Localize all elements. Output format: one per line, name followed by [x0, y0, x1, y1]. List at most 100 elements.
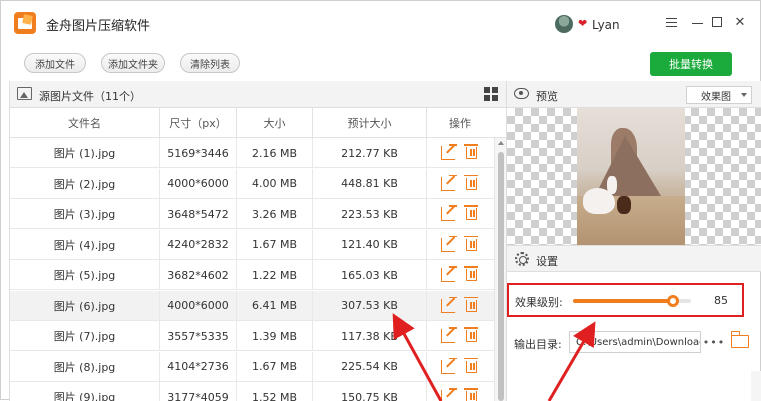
vip-heart-icon: ❤	[578, 17, 588, 30]
settings-scrollbar[interactable]	[751, 371, 761, 401]
trash-icon[interactable]	[464, 357, 478, 373]
scroll-up-icon[interactable]	[498, 141, 504, 145]
trash-icon[interactable]	[464, 174, 478, 190]
minimize-icon	[691, 22, 703, 24]
settings-header: 设置	[507, 245, 761, 272]
open-external-icon[interactable]	[441, 268, 455, 282]
effect-level-label: 效果级别:	[515, 296, 563, 309]
view-mode-select[interactable]: 效果图	[686, 86, 752, 104]
effect-level-highlight: 效果级别: 85	[507, 283, 744, 317]
settings-label: 设置	[536, 255, 558, 268]
table-row[interactable]: 图片 (1).jpg 5169*3446 2.16 MB 212.77 KB	[10, 138, 494, 168]
trash-icon[interactable]	[464, 296, 478, 312]
right-panel: 预览 效果图 设置 效果级别: 85 输出目录: C:\Users\admin\…	[506, 81, 761, 401]
view-mode-value: 效果图	[701, 91, 731, 103]
table-row[interactable]: 图片 (6).jpg 4000*6000 6.41 MB 307.53 KB	[10, 290, 494, 321]
output-dir-field[interactable]: C:\Users\admin\Downloads	[569, 331, 701, 353]
file-list-panel: 源图片文件（11个） 文件名 尺寸（px） 大小 预计大小 操作 图片 (1).…	[9, 81, 507, 401]
effect-level-slider[interactable]	[573, 295, 691, 307]
cell-dimensions: 4240*2832	[160, 229, 237, 260]
cell-size: 1.39 MB	[237, 321, 313, 351]
trash-icon[interactable]	[464, 266, 478, 281]
open-external-icon[interactable]	[441, 298, 455, 313]
user-avatar[interactable]	[555, 15, 573, 33]
slider-fill	[573, 299, 674, 303]
chevron-down-icon	[741, 93, 747, 97]
cell-filename: 图片 (6).jpg	[10, 290, 160, 321]
cell-filename: 图片 (3).jpg	[10, 199, 160, 229]
open-external-icon[interactable]	[441, 329, 455, 343]
effect-level-value: 85	[714, 294, 728, 307]
cell-filename: 图片 (7).jpg	[10, 321, 160, 351]
cell-estimated-size: 117.38 KB	[313, 321, 427, 351]
close-button[interactable]: ✕	[732, 14, 748, 30]
cell-size: 1.22 MB	[237, 260, 313, 290]
trash-icon[interactable]	[464, 205, 478, 220]
photo-brown-horse	[617, 196, 631, 214]
table-row[interactable]: 图片 (8).jpg 4104*2736 1.67 MB 225.54 KB	[10, 351, 494, 382]
cell-estimated-size: 212.77 KB	[313, 138, 427, 168]
table-row[interactable]: 图片 (4).jpg 4240*2832 1.67 MB 121.40 KB	[10, 229, 494, 260]
open-external-icon[interactable]	[441, 359, 455, 374]
trash-icon[interactable]	[464, 327, 478, 342]
table-row[interactable]: 图片 (3).jpg 3648*5472 3.26 MB 223.53 KB	[10, 199, 494, 229]
close-icon: ✕	[734, 14, 746, 30]
add-folder-button[interactable]: 添加文件夹	[101, 53, 165, 73]
minimize-button[interactable]	[689, 14, 705, 30]
browse-more-button[interactable]: •••	[703, 331, 725, 353]
cell-estimated-size: 121.40 KB	[313, 229, 427, 260]
trash-icon[interactable]	[464, 235, 478, 251]
eye-icon	[514, 88, 529, 99]
cell-filename: 图片 (1).jpg	[10, 138, 160, 168]
open-external-icon[interactable]	[441, 237, 455, 252]
folder-icon[interactable]	[730, 331, 749, 348]
cell-dimensions: 3177*4059	[160, 382, 237, 401]
cell-size: 1.52 MB	[237, 382, 313, 401]
cell-size: 1.67 MB	[237, 351, 313, 382]
cell-actions	[427, 321, 493, 351]
app-logo-icon	[14, 12, 36, 34]
cell-actions	[427, 138, 493, 168]
cell-dimensions: 3557*5335	[160, 321, 237, 351]
cell-dimensions: 3682*4602	[160, 260, 237, 290]
table-row[interactable]: 图片 (5).jpg 3682*4602 1.22 MB 165.03 KB	[10, 260, 494, 290]
file-count-label: 源图片文件（11个）	[39, 90, 141, 103]
cell-size: 6.41 MB	[237, 290, 313, 321]
trash-icon[interactable]	[464, 144, 478, 159]
cell-estimated-size: 150.75 KB	[313, 382, 427, 401]
col-estimated-size: 预计大小	[313, 108, 427, 138]
table-row[interactable]: 图片 (2).jpg 4000*6000 4.00 MB 448.81 KB	[10, 168, 494, 199]
file-table-body: 图片 (1).jpg 5169*3446 2.16 MB 212.77 KB 图片 (2…	[10, 138, 494, 401]
table-row[interactable]: 图片 (7).jpg 3557*5335 1.39 MB 117.38 KB	[10, 321, 494, 351]
output-dir-label: 输出目录:	[514, 338, 562, 351]
clear-list-button[interactable]: 清除列表	[180, 53, 240, 73]
cell-dimensions: 4000*6000	[160, 290, 237, 321]
cell-actions	[427, 230, 493, 260]
open-external-icon[interactable]	[441, 146, 455, 160]
grid-view-icon[interactable]	[484, 87, 498, 101]
cell-size: 1.67 MB	[237, 229, 313, 260]
menu-icon	[665, 17, 677, 27]
open-external-icon[interactable]	[441, 390, 455, 401]
batch-convert-button[interactable]: 批量转换	[650, 52, 732, 76]
col-actions: 操作	[449, 117, 471, 130]
username[interactable]: Lyan	[592, 18, 620, 32]
scroll-thumb[interactable]	[498, 152, 504, 401]
cell-filename: 图片 (2).jpg	[10, 168, 160, 199]
add-file-button[interactable]: 添加文件	[24, 53, 86, 73]
cell-filename: 图片 (8).jpg	[10, 351, 160, 382]
table-row[interactable]: 图片 (9).jpg 3177*4059 1.52 MB 150.75 KB	[10, 382, 494, 401]
cell-filename: 图片 (4).jpg	[10, 229, 160, 260]
open-external-icon[interactable]	[441, 207, 455, 221]
cell-dimensions: 5169*3446	[160, 138, 237, 168]
cell-dimensions: 4104*2736	[160, 351, 237, 382]
open-external-icon[interactable]	[441, 176, 455, 191]
preview-photo	[577, 108, 685, 245]
maximize-button[interactable]	[709, 14, 725, 30]
cell-actions	[427, 199, 493, 229]
slider-knob[interactable]	[667, 295, 680, 307]
file-list-header: 源图片文件（11个）	[10, 81, 507, 108]
col-size: 大小	[237, 108, 313, 138]
menu-button[interactable]	[663, 14, 679, 30]
app-window: 金舟图片压缩软件 ❤ Lyan ✕ 添加文件 添加文件夹 清除列表 批量转换 源…	[0, 0, 761, 401]
